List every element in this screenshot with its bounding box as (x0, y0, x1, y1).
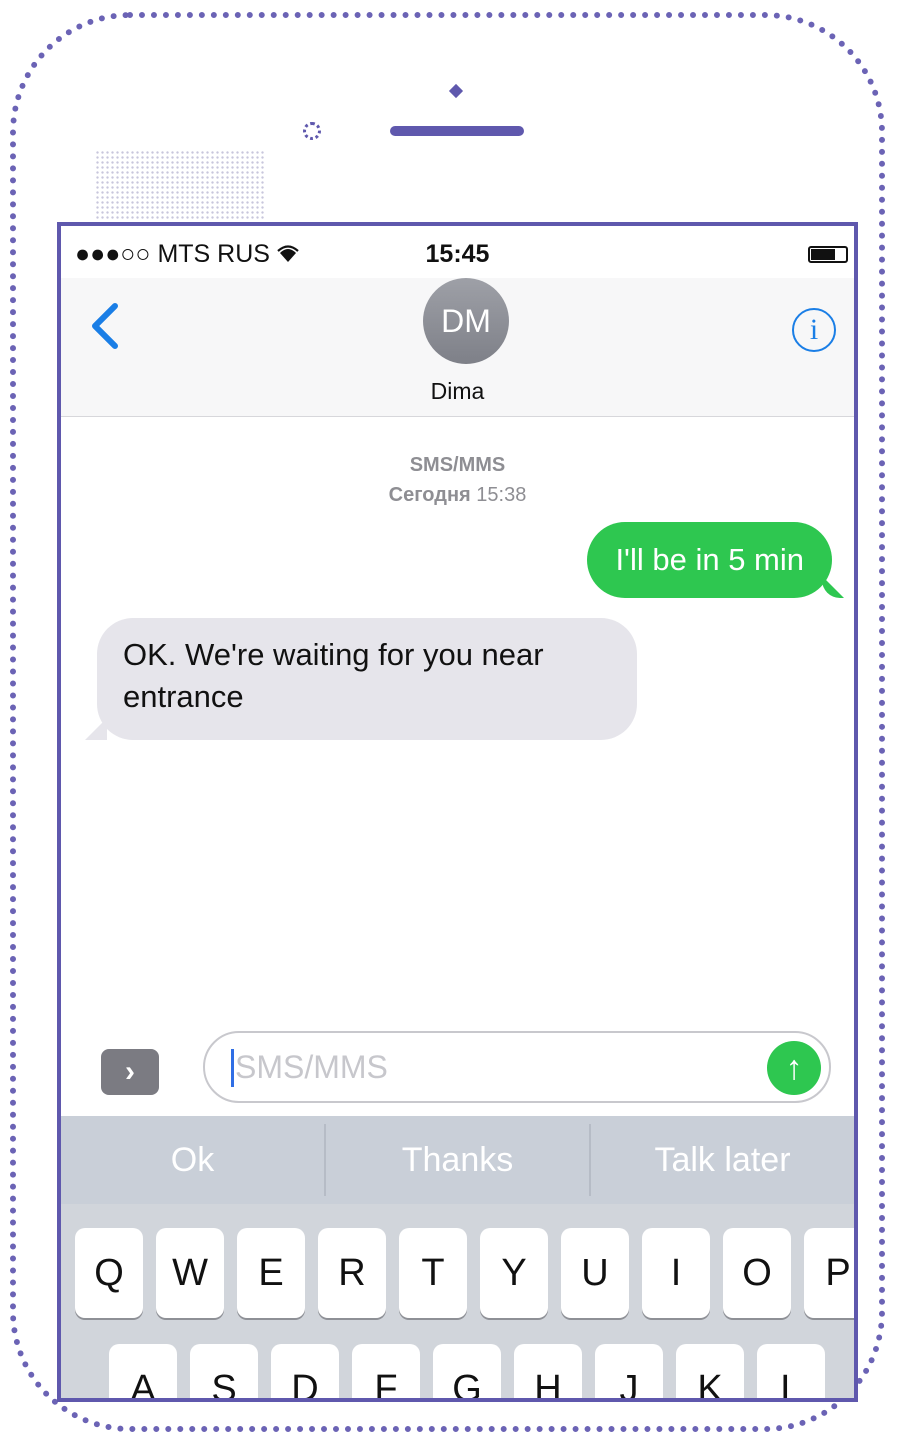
suggestion-thanks[interactable]: Thanks (326, 1116, 589, 1204)
key-r[interactable]: R (318, 1228, 386, 1318)
outgoing-message-bubble[interactable]: I'll be in 5 min (587, 522, 832, 598)
key-a[interactable]: A (109, 1344, 177, 1398)
keyboard-row-1: Q W E R T Y U I O P (75, 1228, 854, 1318)
quicktype-suggestions: Ok Thanks Talk later (61, 1116, 854, 1204)
key-e[interactable]: E (237, 1228, 305, 1318)
key-w[interactable]: W (156, 1228, 224, 1318)
key-u[interactable]: U (561, 1228, 629, 1318)
text-caret (231, 1049, 234, 1087)
key-i[interactable]: I (642, 1228, 710, 1318)
message-input[interactable]: SMS/MMS ↑ (203, 1031, 831, 1103)
key-h[interactable]: H (514, 1344, 582, 1398)
suggestion-ok[interactable]: Ok (61, 1116, 324, 1204)
keyboard-row-2: A S D F G H J K L (109, 1344, 825, 1398)
key-t[interactable]: T (399, 1228, 467, 1318)
key-p[interactable]: P (804, 1228, 854, 1318)
key-g[interactable]: G (433, 1344, 501, 1398)
service-label: SMS/MMS (409, 454, 506, 476)
status-bar: ●●●○○ MTS RUS 15:45 (61, 226, 854, 278)
thread-timestamp: Сегодня 15:38 (388, 484, 527, 506)
chevron-left-icon[interactable] (87, 300, 121, 360)
avatar[interactable]: DM (423, 278, 509, 364)
thread-meta: SMS/MMS Сегодня 15:38 (61, 450, 854, 510)
send-button[interactable]: ↑ (767, 1041, 821, 1095)
front-camera (303, 122, 321, 140)
conversation-header: DM Dima i (61, 278, 854, 417)
phone-screen: ●●●○○ MTS RUS 15:45 DM Dima i SMS/MMS Се… (57, 222, 858, 1402)
incoming-message-bubble[interactable]: OK. We're waiting for you near entrance (97, 618, 637, 740)
compose-bar: › SMS/MMS ↑ (61, 1026, 854, 1116)
key-o[interactable]: O (723, 1228, 791, 1318)
key-k[interactable]: K (676, 1344, 744, 1398)
contact-name[interactable]: Dima (61, 378, 854, 405)
key-s[interactable]: S (190, 1344, 258, 1398)
key-d[interactable]: D (271, 1344, 339, 1398)
key-y[interactable]: Y (480, 1228, 548, 1318)
earpiece-speaker (390, 126, 524, 136)
key-l[interactable]: L (757, 1344, 825, 1398)
input-placeholder: SMS/MMS (235, 1049, 388, 1085)
key-f[interactable]: F (352, 1344, 420, 1398)
key-j[interactable]: J (595, 1344, 663, 1398)
key-q[interactable]: Q (75, 1228, 143, 1318)
status-time: 15:45 (425, 240, 490, 268)
app-drawer-button[interactable]: › (101, 1049, 159, 1095)
suggestion-talk-later[interactable]: Talk later (591, 1116, 854, 1204)
battery-icon (808, 246, 848, 263)
keyboard: Q W E R T Y U I O P A S D F G H J K L (61, 1204, 854, 1398)
info-icon[interactable]: i (792, 308, 836, 352)
